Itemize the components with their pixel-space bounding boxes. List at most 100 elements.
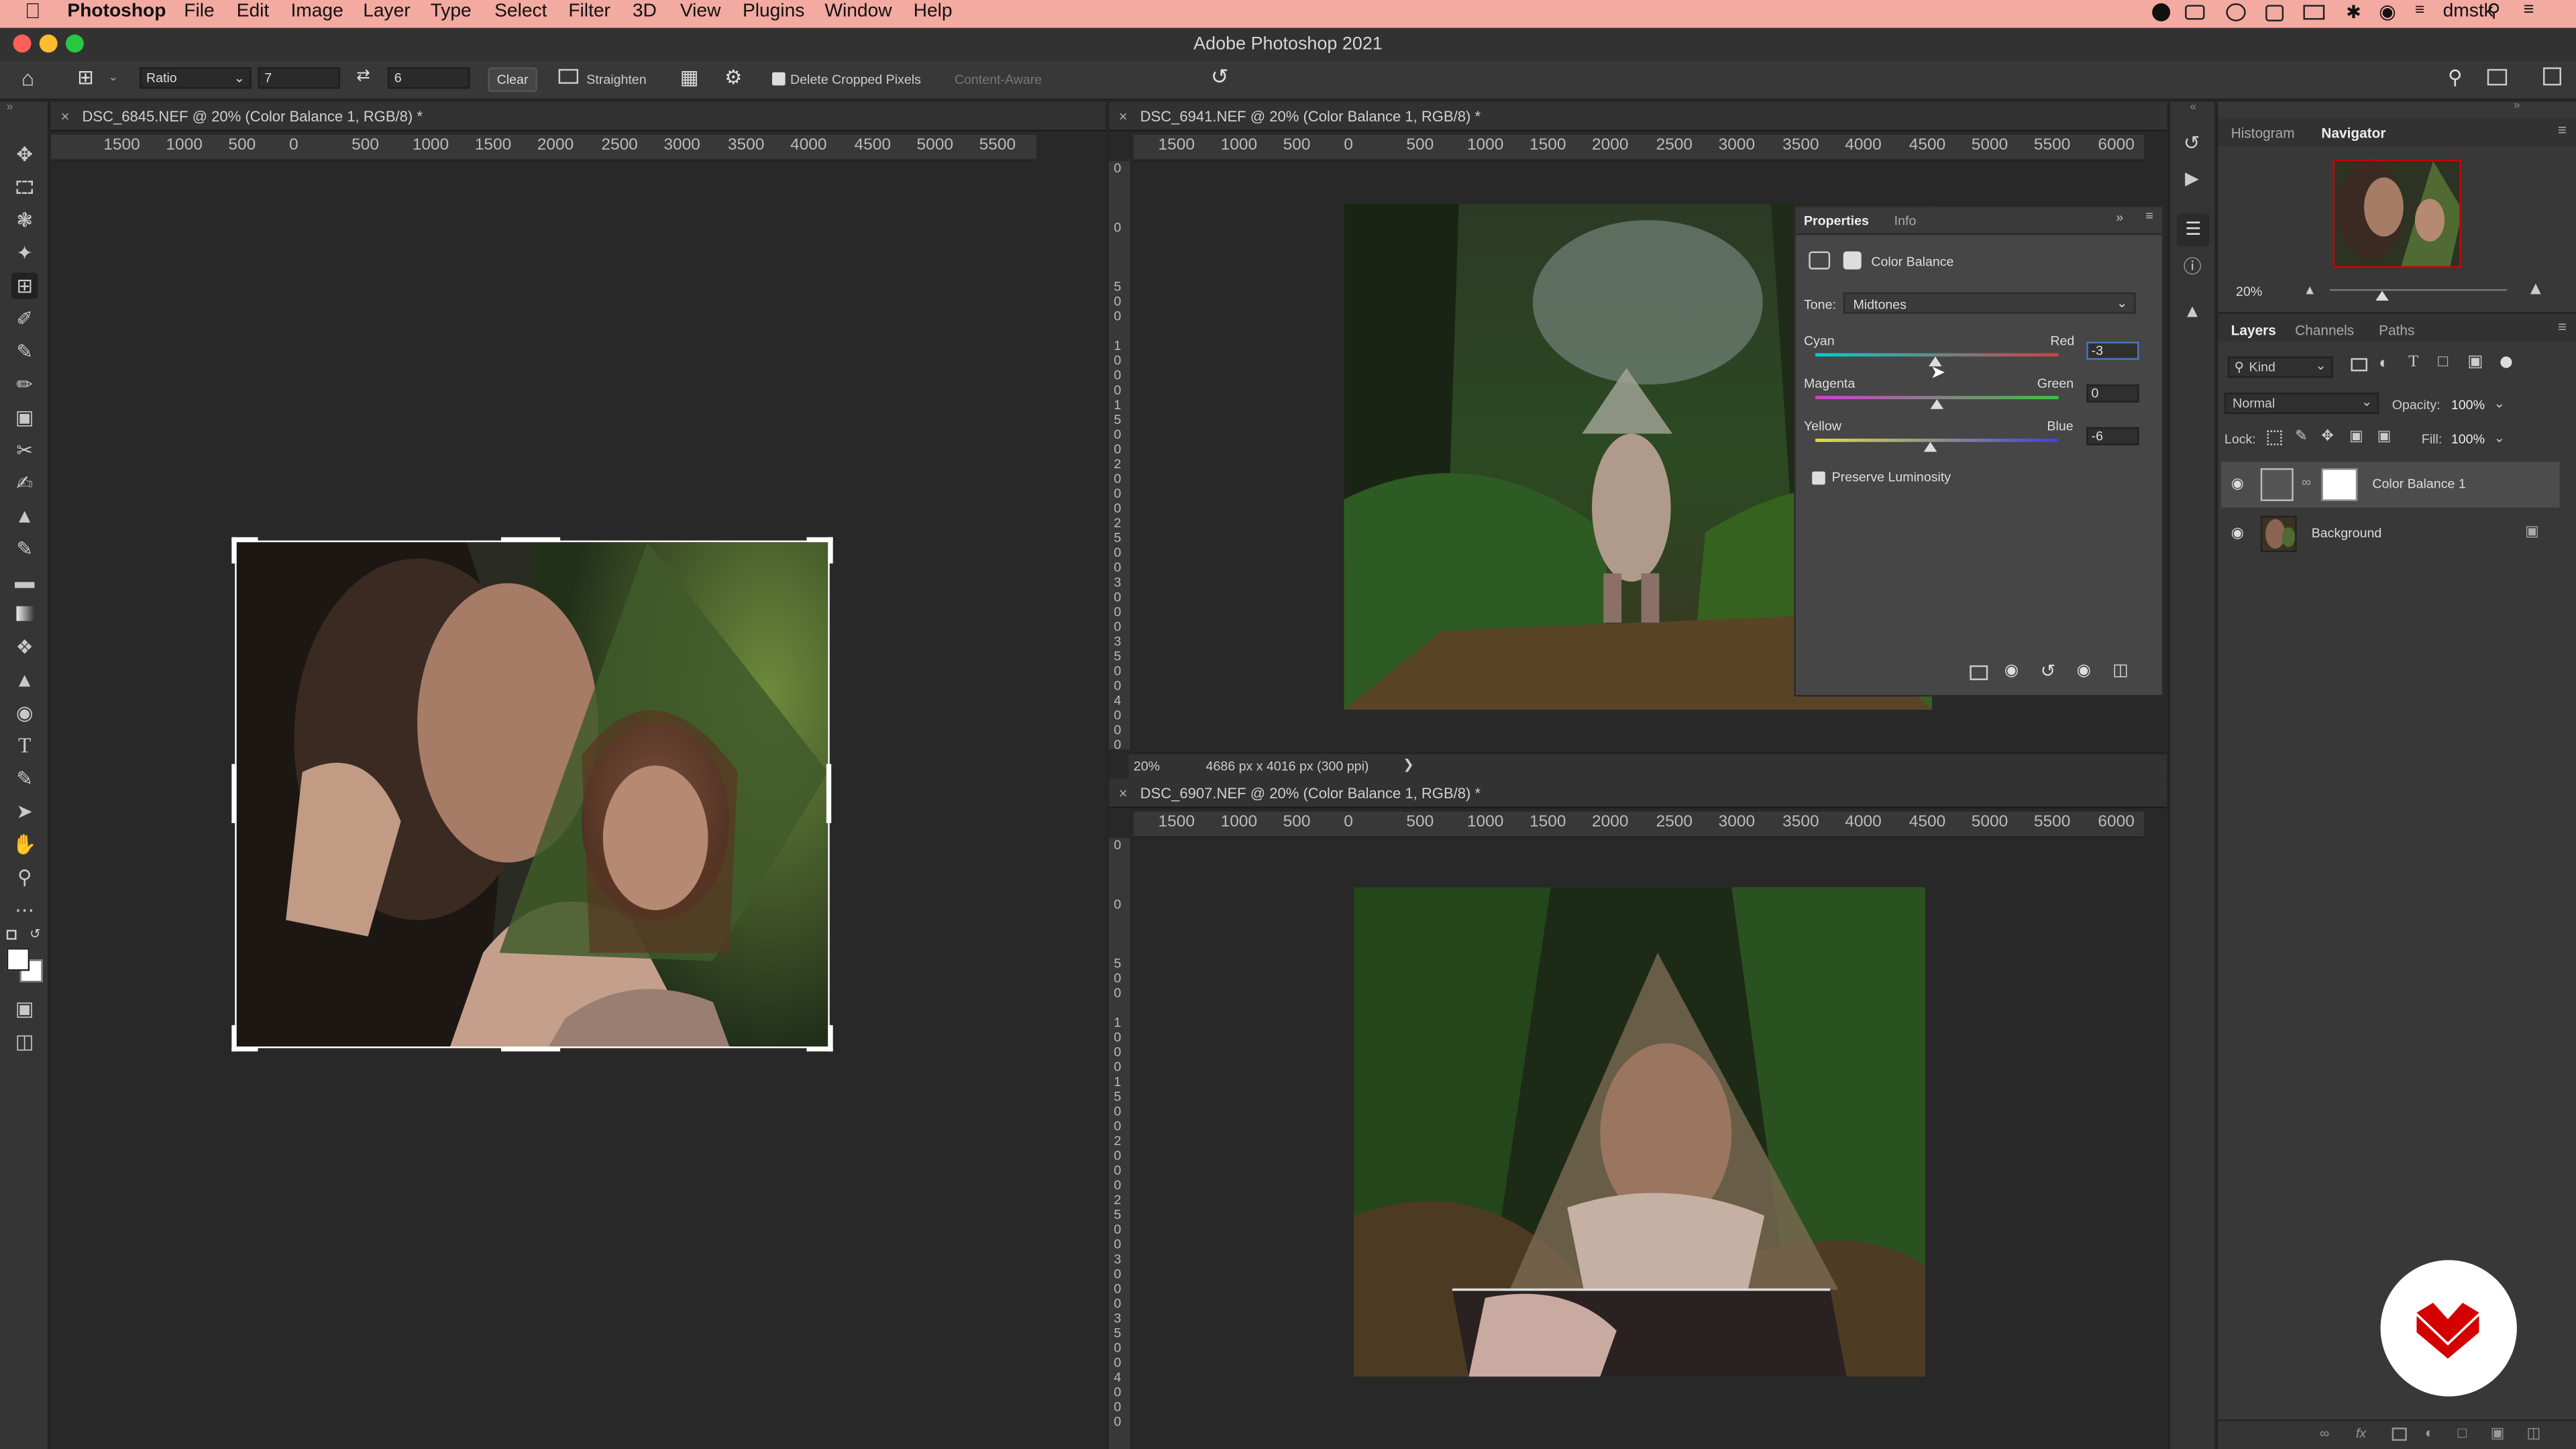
stamp-tool-icon[interactable]: ▲ [11, 502, 38, 529]
menu-filter[interactable]: Filter [568, 1, 610, 21]
tone-select[interactable]: Midtones ⌄ [1843, 292, 2136, 314]
lock-transparent-icon[interactable] [2267, 430, 2282, 445]
document-tab-title[interactable]: DSC_6941.NEF @ 20% (Color Balance 1, RGB… [1140, 102, 1481, 131]
chevron-down-icon[interactable]: ⌄ [2494, 396, 2505, 411]
history-brush-tool-icon[interactable]: ✎ [11, 535, 38, 561]
dodge-tool-icon[interactable]: ▲ [11, 667, 38, 693]
home-icon[interactable]: ⌂ [21, 66, 34, 91]
swap-colors-icon[interactable]: ↺ [30, 926, 40, 941]
menu-file[interactable]: File [184, 1, 214, 21]
crop-handle-right[interactable] [826, 763, 832, 823]
delete-layer-icon[interactable]: ◫ [2527, 1424, 2541, 1442]
straighten-icon[interactable] [558, 68, 579, 84]
new-group-icon[interactable]: □ [2458, 1424, 2467, 1440]
document-tab-bottom-right[interactable]: × DSC_6907.NEF @ 20% (Color Balance 1, R… [1109, 778, 2167, 808]
control-center-icon[interactable]: ≡ [2415, 1, 2424, 19]
delete-cropped-label[interactable]: Delete Cropped Pixels [790, 72, 921, 87]
filter-pixel-icon[interactable] [2351, 358, 2367, 372]
stamp-icon[interactable]: ▲ [2184, 303, 2202, 322]
sync-icon[interactable] [2226, 3, 2246, 21]
chevron-down-icon[interactable]: ⌄ [2494, 431, 2505, 445]
new-layer-icon[interactable]: ▣ [2491, 1424, 2505, 1442]
document-tab-left[interactable]: × DSC_6845.NEF @ 20% (Color Balance 1, R… [50, 101, 1106, 131]
blur-tool-icon[interactable]: ❖ [11, 634, 38, 660]
magic-wand-tool-icon[interactable]: ✦ [11, 240, 38, 266]
preserve-luminosity-label[interactable]: Preserve Luminosity [1832, 470, 1951, 484]
lock-position-icon[interactable]: ✥ [2321, 427, 2333, 445]
crop-handle-top-right[interactable] [806, 537, 833, 564]
frame-tool-icon[interactable]: ▣ [11, 404, 38, 430]
search-icon[interactable]: ⚲ [2448, 66, 2463, 89]
zoom-in-icon[interactable]: ▲ [2527, 279, 2545, 299]
marquee-tool-icon[interactable] [11, 174, 38, 201]
tab-layers[interactable]: Layers [2231, 322, 2276, 338]
crop-handle-bottom-left[interactable] [231, 1025, 258, 1052]
zoom-window-button[interactable] [65, 34, 84, 53]
tab-properties[interactable]: Properties [1804, 213, 1869, 228]
opacity-value[interactable]: 100% [2451, 398, 2485, 413]
document-tab-top-right[interactable]: × DSC_6941.NEF @ 20% (Color Balance 1, R… [1109, 101, 2167, 131]
crop-width-input[interactable]: 7 [258, 67, 340, 89]
close-tab-icon[interactable]: × [61, 102, 70, 131]
menu-type[interactable]: Type [431, 1, 472, 21]
document-tab-title[interactable]: DSC_6907.NEF @ 20% (Color Balance 1, RGB… [1140, 779, 1481, 808]
filter-smart-object-icon[interactable]: ▣ [2467, 354, 2483, 372]
close-tab-icon[interactable]: × [1119, 779, 1128, 808]
clear-button[interactable]: Clear [488, 67, 537, 93]
tab-info[interactable]: Info [1894, 213, 1917, 228]
filter-adjustment-icon[interactable]: ◐ [2379, 355, 2389, 373]
new-adjustment-icon[interactable]: ◐ [2425, 1424, 2434, 1440]
link-icon[interactable]: ∞ [2302, 475, 2311, 490]
swap-icon[interactable]: ⇄ [356, 67, 370, 85]
more-tools-icon[interactable]: ⋯ [11, 897, 38, 923]
visibility-eye-icon[interactable]: ◉ [2077, 662, 2091, 680]
crop-height-input[interactable]: 6 [387, 67, 470, 89]
yellow-blue-slider-thumb[interactable] [1923, 441, 1937, 452]
document-tab-title[interactable]: DSC_6845.NEF @ 20% (Color Balance 1, RGB… [82, 102, 423, 131]
mask-icon[interactable] [1843, 251, 1862, 270]
crop-tool-icon[interactable]: ⊞ [11, 272, 38, 299]
crop-frame[interactable] [235, 540, 830, 1049]
creative-cloud-icon[interactable] [2152, 3, 2171, 21]
layer-name[interactable]: Background [2312, 526, 2382, 541]
gear-icon[interactable]: ⚙ [724, 66, 742, 89]
delete-cropped-checkbox[interactable] [772, 72, 786, 86]
close-window-button[interactable] [13, 34, 32, 53]
link-layers-icon[interactable]: ∞ [2320, 1426, 2329, 1441]
menu-window[interactable]: Window [824, 1, 892, 21]
magenta-green-slider-thumb[interactable] [1930, 399, 1944, 409]
content-aware-label[interactable]: Content-Aware [955, 72, 1042, 87]
trash-icon[interactable]: ◫ [2112, 662, 2128, 680]
gradient-tool-icon[interactable] [11, 601, 38, 627]
lock-image-icon[interactable]: ✎ [2295, 427, 2307, 445]
panel-menu-icon[interactable]: ≡ [2558, 319, 2567, 335]
menu-image[interactable]: Image [290, 1, 343, 21]
close-tab-icon[interactable]: × [1119, 102, 1128, 131]
visibility-eye-icon[interactable]: ◉ [2231, 475, 2244, 493]
move-tool-icon[interactable]: ✥ [11, 142, 38, 168]
share-icon[interactable] [2543, 67, 2561, 86]
camera-icon[interactable] [2265, 5, 2284, 21]
visibility-eye-icon[interactable]: ◉ [2231, 524, 2244, 542]
panel-menu-icon[interactable]: ≡ [2145, 209, 2153, 223]
direct-selection-tool-icon[interactable]: ➤ [11, 798, 38, 824]
tab-paths[interactable]: Paths [2379, 322, 2414, 338]
tab-histogram[interactable]: Histogram [2231, 125, 2295, 141]
filter-type-icon[interactable]: T [2408, 354, 2418, 372]
menu-plugins[interactable]: Plugins [743, 1, 804, 21]
info-icon[interactable]: ⓘ [2184, 253, 2202, 279]
straighten-label[interactable]: Straighten [586, 72, 646, 87]
layer-mask-thumbnail[interactable] [2321, 468, 2358, 501]
chevron-right-icon[interactable]: ❯ [1403, 757, 1413, 772]
yellow-blue-slider[interactable] [1815, 438, 2059, 442]
yellow-blue-value-input[interactable]: -6 [2086, 427, 2139, 445]
menu-extras-icon[interactable]: ≡ [2524, 0, 2534, 19]
preserve-luminosity-checkbox[interactable] [1812, 471, 1825, 485]
layer-row-background[interactable]: ◉ Background ▣ [2221, 511, 2559, 557]
lock-all-icon[interactable]: ▣ [2377, 427, 2392, 445]
reset-icon[interactable]: ↺ [1211, 64, 1229, 91]
actions-play-icon[interactable]: ▶ [2185, 168, 2199, 189]
filter-toggle-icon[interactable] [2500, 356, 2512, 368]
screen-mode-icon[interactable]: ◫ [11, 1028, 38, 1055]
hand-tool-icon[interactable]: ✋ [11, 831, 38, 857]
